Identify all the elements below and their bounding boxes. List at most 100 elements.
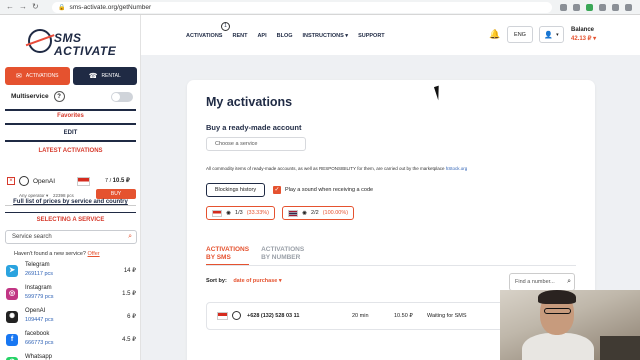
find-number-input[interactable]: Find a number... ⌕ <box>509 273 575 291</box>
chip-ratio: 1/3 <box>235 210 243 216</box>
logo-text-line1: SMS <box>54 31 82 45</box>
service-row-instagram[interactable]: ◎ Instagram 599779 pcs 1.5 ₽ <box>4 283 138 305</box>
openai-icon <box>19 176 29 186</box>
address-bar[interactable]: 🔒 sms-activate.org/getNumber <box>52 1 552 13</box>
latest-service-name: OpenAI <box>33 178 56 185</box>
service-search-input[interactable]: Service search ⌕ <box>5 230 137 244</box>
divider <box>5 123 136 125</box>
service-row-facebook[interactable]: f facebook 666773 pcs 4.5 ₽ <box>4 329 138 351</box>
instagram-icon: ◎ <box>6 288 18 300</box>
reload-icon[interactable]: ↻ <box>32 3 39 11</box>
chip-percent: (33.33%) <box>246 210 270 216</box>
divider <box>5 212 136 213</box>
help-icon[interactable]: ? <box>53 91 65 102</box>
buy-button[interactable]: BUY <box>96 189 136 199</box>
url-text: sms-activate.org/getNumber <box>69 3 152 11</box>
favorites-link[interactable]: Favorites <box>0 113 141 119</box>
logo[interactable]: SMS ACTIVATE <box>28 25 116 65</box>
service-name: Instagram <box>25 285 52 291</box>
back-icon[interactable]: ← <box>6 3 14 11</box>
page-title: My activations <box>206 95 293 109</box>
share-icon[interactable] <box>560 3 567 11</box>
tab-activations[interactable]: ✉ Activations <box>5 67 70 85</box>
sound-checkbox[interactable]: ✓ <box>273 186 281 194</box>
activation-tabs: ACTIVATIONS BY SMS ACTIVATIONS BY NUMBER <box>206 246 304 266</box>
browser-toolbar: ← → ↻ 🔒 sms-activate.org/getNumber <box>0 0 640 15</box>
menu-icon[interactable] <box>625 3 632 11</box>
service-row-openai[interactable]: ✺ OpenAI 109447 pcs 6 ₽ <box>4 306 138 328</box>
bell-icon[interactable]: 🔔 <box>489 29 500 40</box>
chip-ratio: 2/2 <box>311 210 319 216</box>
nav-instructions[interactable]: INSTRUCTIONS ▾ <box>303 33 349 39</box>
divider <box>206 265 576 266</box>
tab-activations-by-sms[interactable]: ACTIVATIONS BY SMS <box>206 246 250 266</box>
balance-value: 42.13 ₽ ▾ <box>571 36 597 42</box>
service-price: 1.5 ₽ <box>122 291 136 297</box>
notification-badge: 1 <box>221 22 230 31</box>
multiservice-row: Multiservice ? <box>11 91 133 102</box>
remove-icon[interactable]: × <box>7 177 15 185</box>
service-count: 109447 pcs <box>25 317 54 323</box>
extension-icon[interactable] <box>586 3 593 11</box>
service-search-placeholder: Service search <box>12 234 52 240</box>
bookmark-icon[interactable] <box>573 3 580 11</box>
sort-control: Sort by: date of purchase ▾ <box>206 278 282 284</box>
nav-api[interactable]: API <box>257 33 266 39</box>
blockings-history-button[interactable]: Blockings history <box>206 183 265 197</box>
mode-tabs: ✉ Activations ☎ Rental <box>5 67 137 85</box>
latest-price: 7 / 10.5 ₽ <box>105 177 130 184</box>
nav-activations[interactable]: ACTIVATIONS <box>186 33 222 39</box>
latest-activations-heading: LATEST ACTIVATIONS <box>38 148 103 154</box>
webcam-overlay <box>500 290 640 360</box>
stat-chip-thailand[interactable]: ✺ 2/2 (100.00%) <box>282 206 355 220</box>
full-price-list-link[interactable]: Full list of prices by service and count… <box>0 199 141 205</box>
time-left: 20 min <box>352 313 369 319</box>
sort-select[interactable]: date of purchase ▾ <box>233 278 281 284</box>
service-name: Whatsapp <box>25 354 53 360</box>
stat-chip-indonesia[interactable]: ✺ 1/3 (33.33%) <box>206 206 276 220</box>
balance-label: Balance <box>571 27 595 33</box>
service-price: 4.5 ₽ <box>122 337 136 343</box>
tab-line1: ACTIVATIONS <box>261 246 305 253</box>
nav-support[interactable]: SUPPORT <box>358 33 385 39</box>
not-found-label: Haven't found a new service? <box>14 251 86 257</box>
service-row-telegram[interactable]: ➤ Telegram 269117 pcs 14 ₽ <box>4 260 138 282</box>
service-price: 6 ₽ <box>127 314 136 320</box>
language-select[interactable]: ENG <box>507 26 533 43</box>
language-label: ENG <box>514 31 526 38</box>
service-name: OpenAI <box>25 308 46 314</box>
nav-blog[interactable]: BLOG <box>277 33 293 39</box>
hstock-link[interactable]: hStock.org <box>446 166 468 171</box>
openai-icon <box>232 311 241 320</box>
search-icon[interactable]: ⌕ <box>128 233 132 241</box>
balance[interactable]: Balance 42.13 ₽ ▾ <box>571 27 596 42</box>
puzzle-icon[interactable] <box>599 3 606 11</box>
divider <box>5 205 136 206</box>
offer-link[interactable]: Offer <box>88 251 100 257</box>
service-count: 599779 pcs <box>25 294 54 300</box>
sort-label: Sort by: <box>206 278 227 284</box>
tab-rental[interactable]: ☎ Rental <box>72 67 137 85</box>
marketplace-note: All commodity items of ready-made accoun… <box>206 166 467 171</box>
choose-service-select[interactable]: Choose a service <box>206 137 306 151</box>
sound-option[interactable]: ✓ Play a sound when receiving a code <box>273 186 373 194</box>
telegram-icon: ➤ <box>6 265 18 277</box>
multiservice-toggle[interactable] <box>111 91 133 102</box>
tab-activations-label: Activations <box>25 73 59 79</box>
tab-activations-by-number[interactable]: ACTIVATIONS BY NUMBER <box>261 246 304 266</box>
extensions <box>560 3 632 11</box>
openai-icon: ✺ <box>226 210 232 217</box>
edit-button[interactable]: EDIT <box>0 130 141 136</box>
nav-rent[interactable]: RENT <box>232 33 247 39</box>
user-icon: 👤 <box>544 31 554 39</box>
search-icon[interactable]: ⌕ <box>567 278 571 286</box>
profile-menu[interactable]: 👤 ▾ <box>539 26 564 43</box>
main-nav: ACTIVATIONS RENT API BLOG INSTRUCTIONS ▾… <box>186 22 385 39</box>
phone-number[interactable]: +628 (132) 528 03 11 <box>247 313 299 319</box>
note-text: All commodity items of ready-made accoun… <box>206 166 445 171</box>
forward-icon[interactable]: → <box>19 3 27 11</box>
indonesia-flag-icon <box>217 312 228 320</box>
service-row-whatsapp[interactable]: ✆ Whatsapp <box>4 352 138 360</box>
phone-icon: ☎ <box>88 73 98 80</box>
sidebar-icon[interactable] <box>612 3 619 11</box>
